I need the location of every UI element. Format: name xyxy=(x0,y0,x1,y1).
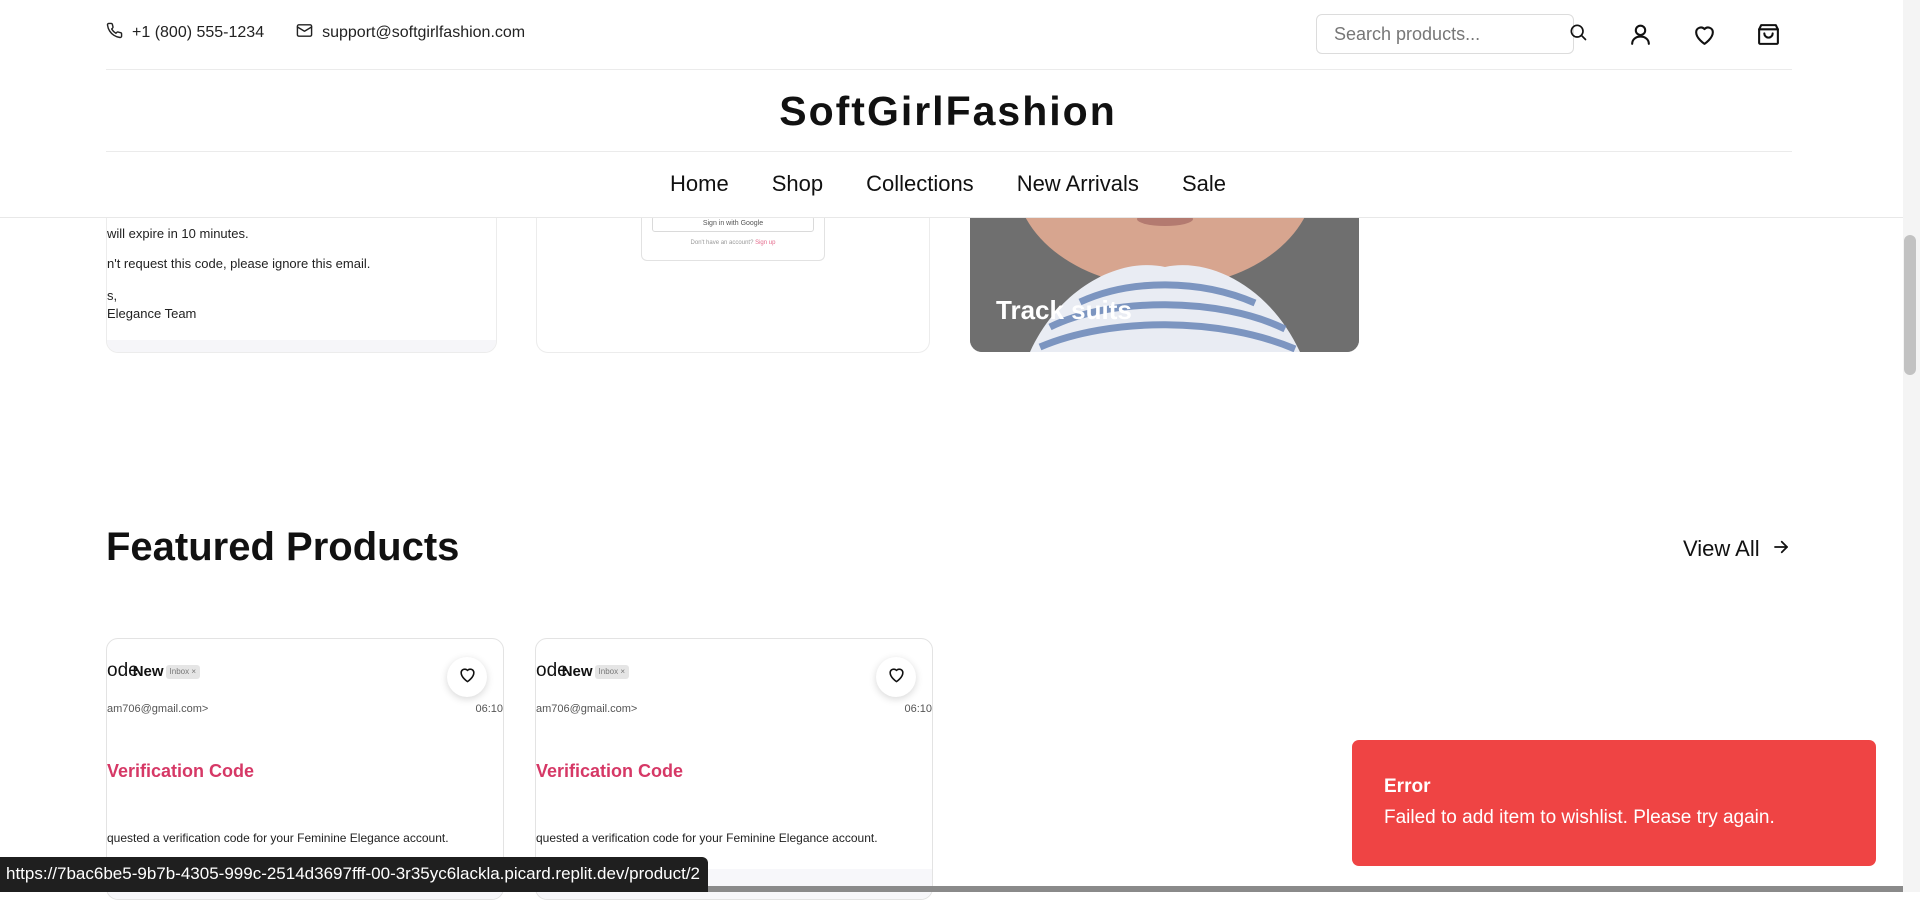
vertical-scrollbar[interactable] xyxy=(1903,0,1920,892)
new-badge: New xyxy=(561,663,593,680)
inbox-chip: Inbox × xyxy=(165,665,201,679)
heart-icon xyxy=(458,665,477,689)
link-preview-status-bar: https://7bac6be5-9b7b-4305-999c-2514d369… xyxy=(0,857,709,892)
brand-logo[interactable]: SoftGirlFashion xyxy=(0,88,1896,135)
toast-message: Failed to add item to wishlist. Please t… xyxy=(1384,807,1775,828)
nav-collections[interactable]: Collections xyxy=(866,171,974,197)
product-image-text: odeNew Inbox × xyxy=(536,660,630,682)
main-nav: Home Shop Collections New Arrivals Sale xyxy=(0,171,1896,197)
site-header: +1 (800) 555-1234 support@softgirlfashio… xyxy=(0,0,1903,218)
product-image-body: quested a verification code for your Fem… xyxy=(107,831,449,845)
product-image-text: odeNew Inbox × xyxy=(107,660,201,682)
search-input[interactable] xyxy=(1332,22,1568,46)
inbox-chip: Inbox × xyxy=(594,665,630,679)
product-image-sender: am706@gmail.com> xyxy=(536,703,638,715)
card-text-line: Elegance Team xyxy=(107,306,197,321)
nav-sale[interactable]: Sale xyxy=(1182,171,1226,197)
view-all-link[interactable]: View All xyxy=(1683,536,1790,562)
phone-icon xyxy=(106,22,123,44)
email-address: support@softgirlfashion.com xyxy=(322,24,526,41)
nav-home[interactable]: Home xyxy=(670,171,729,197)
card-text-line: will expire in 10 minutes. xyxy=(107,226,249,241)
header-divider xyxy=(106,151,1792,152)
signup-prompt-thumbnail: Don't have an account? Sign up xyxy=(690,240,776,246)
product-image-title: Verification Code xyxy=(107,761,255,781)
card-text-line: n't request this code, please ignore thi… xyxy=(107,256,371,271)
search-box xyxy=(1316,14,1587,54)
product-image-body: quested a verification code for your Fem… xyxy=(536,831,878,845)
wishlist-heart-icon[interactable] xyxy=(1686,18,1722,50)
featured-products-heading: Featured Products xyxy=(106,525,460,569)
product-image-time: 06:10 xyxy=(475,703,503,715)
nav-new-arrivals[interactable]: New Arrivals xyxy=(1017,171,1139,197)
header-divider xyxy=(106,69,1792,70)
card-text-line: s, xyxy=(107,288,118,303)
add-to-wishlist-button[interactable] xyxy=(447,657,487,697)
add-to-wishlist-button[interactable] xyxy=(876,657,916,697)
product-image-time: 06:10 xyxy=(904,703,932,715)
view-all-label: View All xyxy=(1683,536,1760,561)
contact-info: +1 (800) 555-1234 support@softgirlfashio… xyxy=(106,22,525,44)
collection-card-track-suits[interactable]: Track suits xyxy=(970,217,1359,352)
user-icon[interactable] xyxy=(1622,18,1658,50)
mail-icon xyxy=(296,22,313,44)
heart-icon xyxy=(887,665,906,689)
phone-contact[interactable]: +1 (800) 555-1234 xyxy=(106,22,264,44)
phone-number: +1 (800) 555-1234 xyxy=(132,24,265,41)
product-image-title: Verification Code xyxy=(536,761,684,781)
google-signin-thumbnail: Sign in with Google xyxy=(652,216,814,232)
product-image-sender: am706@gmail.com> xyxy=(107,703,209,715)
email-contact[interactable]: support@softgirlfashion.com xyxy=(296,22,525,44)
header-actions xyxy=(1622,18,1786,50)
toast-title: Error xyxy=(1384,776,1431,797)
new-badge: New xyxy=(132,663,164,680)
arrow-right-icon xyxy=(1772,536,1790,562)
nav-shop[interactable]: Shop xyxy=(772,171,823,197)
error-toast[interactable]: Error Failed to add item to wishlist. Pl… xyxy=(1352,740,1876,866)
scrollbar-thumb[interactable] xyxy=(1904,235,1916,375)
collection-label: Track suits xyxy=(996,295,1132,325)
card-footer-strip xyxy=(107,340,496,352)
child-photo xyxy=(970,217,1359,352)
shopping-bag-icon[interactable] xyxy=(1750,18,1786,50)
search-icon[interactable] xyxy=(1568,22,1588,47)
